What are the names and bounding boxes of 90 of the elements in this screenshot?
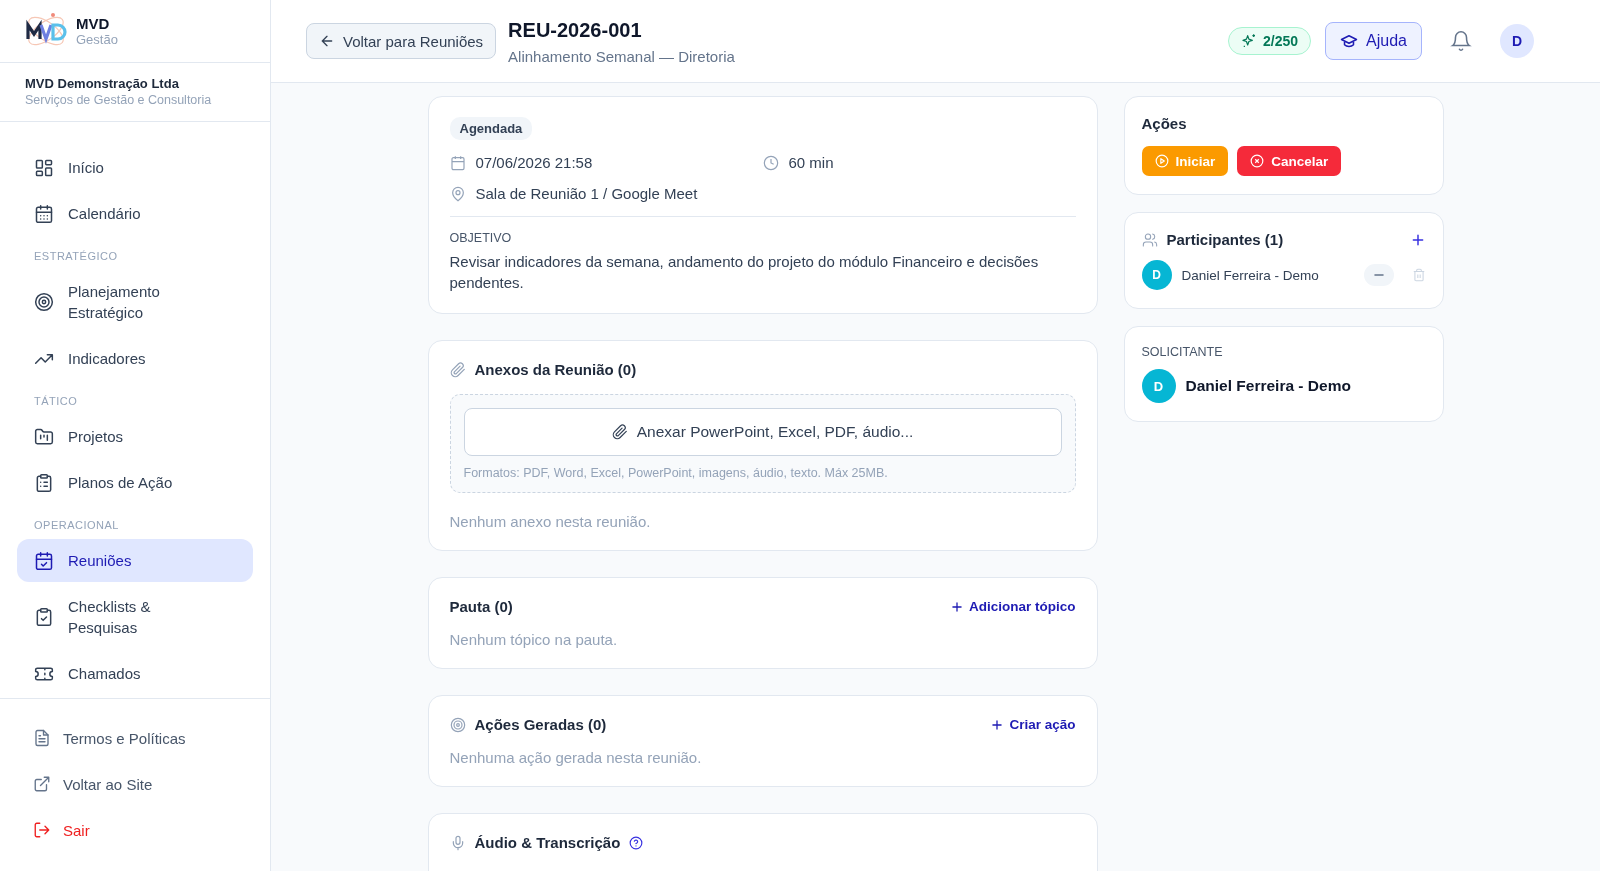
credits-badge: 2/250 bbox=[1228, 27, 1312, 55]
target-icon bbox=[449, 716, 466, 733]
graduation-cap-icon bbox=[1340, 32, 1359, 50]
nav-label: Início bbox=[68, 158, 104, 178]
objective-text: Revisar indicadores da semana, andamento do projeto do módulo Financeiro e decisões pendentes. bbox=[449, 252, 1040, 293]
sparkles-icon bbox=[1241, 33, 1258, 49]
card-title: Áudio & Transcrição bbox=[474, 834, 621, 851]
nav-item[interactable]: Reuniões bbox=[17, 539, 253, 582]
help-button[interactable]: Ajuda bbox=[1325, 22, 1422, 60]
nav-section-heading: ESTRATÉGICO bbox=[33, 249, 119, 264]
sidebar-link[interactable]: Termos e Políticas bbox=[33, 715, 270, 761]
target-icon bbox=[34, 292, 54, 312]
card-title: Ações bbox=[1141, 115, 1188, 132]
requester-name: Daniel Ferreira - Demo bbox=[1185, 377, 1351, 395]
card-title: Participantes (1) bbox=[1166, 231, 1284, 248]
empty-message: Nenhum tópico na pauta. bbox=[449, 631, 619, 648]
nav-item[interactable]: Indicadores bbox=[17, 337, 253, 380]
objective-label: OBJETIVO bbox=[449, 231, 513, 245]
nav-item[interactable]: Checklists & Pesquisas bbox=[17, 585, 253, 649]
nav-label: Chamados bbox=[68, 664, 141, 684]
nav-section-heading: OPERACIONAL bbox=[33, 518, 120, 533]
calendar-icon bbox=[449, 154, 466, 171]
map-pin-icon bbox=[449, 185, 466, 202]
meeting-date: 07/06/2026 21:58 bbox=[475, 154, 593, 171]
external-link-icon bbox=[33, 775, 51, 793]
sidebar-link[interactable]: Voltar ao Site bbox=[33, 761, 270, 807]
nav-item[interactable]: Planejamento Estratégico bbox=[17, 270, 253, 334]
nav-item[interactable]: Projetos bbox=[17, 415, 253, 458]
requester-label: SOLICITANTE bbox=[1141, 345, 1224, 359]
page-title: REU-2026-001 bbox=[508, 19, 643, 42]
nav-item[interactable]: Início bbox=[17, 146, 253, 189]
grid-icon bbox=[34, 157, 54, 178]
clipboard-check-icon bbox=[34, 607, 54, 627]
back-button[interactable]: Voltar para Reuniões bbox=[306, 23, 497, 59]
help-icon[interactable] bbox=[629, 835, 644, 850]
create-action-link[interactable]: Criar ação bbox=[990, 717, 1076, 732]
folder-icon bbox=[34, 426, 54, 447]
nav-item[interactable]: Planos de Ação bbox=[17, 461, 253, 504]
participant-avatar: D bbox=[1141, 260, 1172, 290]
paperclip-icon bbox=[449, 361, 466, 378]
formats-hint: Formatos: PDF, Word, Excel, PowerPoint, imagens, áudio, texto. Máx 25MB. bbox=[463, 466, 889, 480]
clock-icon bbox=[762, 154, 779, 171]
add-topic-link[interactable]: Adicionar tópico bbox=[950, 599, 1076, 614]
nav-label: Planejamento Estratégico bbox=[68, 282, 161, 323]
nav-item[interactable]: Calendário bbox=[17, 192, 253, 235]
sidebar-link[interactable]: Sair bbox=[33, 807, 270, 853]
cancel-button[interactable]: Cancelar bbox=[1237, 146, 1342, 176]
notification-bell-icon[interactable] bbox=[1450, 30, 1472, 52]
company-name: MVD Demonstração Ltda bbox=[25, 76, 180, 91]
close-icon bbox=[1250, 154, 1265, 168]
nav-label: Checklists & Pesquisas bbox=[68, 597, 152, 638]
card-title: Anexos da Reunião (0) bbox=[474, 361, 637, 378]
company-description: Serviços de Gestão e Consultoria bbox=[25, 93, 213, 107]
nav-item[interactable]: Chamados bbox=[17, 652, 253, 695]
document-icon bbox=[33, 729, 51, 747]
clipboard-icon bbox=[34, 472, 54, 493]
requester-avatar: D bbox=[1141, 369, 1176, 403]
link-label: Voltar ao Site bbox=[63, 775, 153, 793]
plus-icon bbox=[990, 717, 1005, 732]
nav-label: Reuniões bbox=[68, 551, 132, 571]
card-title: Ações Geradas (0) bbox=[474, 716, 607, 733]
participant-name: Daniel Ferreira - Demo bbox=[1181, 267, 1319, 283]
users-icon bbox=[1141, 231, 1158, 248]
nav-label: Indicadores bbox=[68, 349, 146, 369]
link-label: Termos e Políticas bbox=[63, 729, 186, 747]
brand-subtitle: Gestão bbox=[76, 32, 118, 47]
nav-section-heading: TÁTICO bbox=[33, 394, 79, 409]
nav-label: Projetos bbox=[68, 427, 124, 447]
page-subtitle: Alinhamento Semanal — Diretoria bbox=[508, 48, 735, 65]
card-title: Pauta (0) bbox=[449, 598, 513, 615]
nav-label: Calendário bbox=[68, 204, 141, 224]
calendar-check-icon bbox=[34, 550, 54, 571]
calendar-icon bbox=[34, 203, 54, 224]
arrow-left-icon bbox=[319, 33, 335, 49]
empty-message: Nenhuma ação gerada nesta reunião. bbox=[449, 749, 703, 766]
link-label: Sair bbox=[63, 821, 90, 839]
role-toggle[interactable] bbox=[1363, 264, 1394, 286]
plus-icon bbox=[950, 599, 964, 614]
status-badge: Agendada bbox=[449, 117, 533, 140]
paperclip-icon bbox=[611, 424, 628, 440]
empty-message: Nenhum anexo nesta reunião. bbox=[449, 513, 652, 530]
brand-name: MVD bbox=[76, 15, 111, 32]
meeting-duration: 60 min bbox=[788, 154, 834, 171]
upload-button[interactable]: Anexar PowerPoint, Excel, PDF, áudio... bbox=[463, 408, 1062, 456]
upload-dropzone[interactable]: Anexar PowerPoint, Excel, PDF, áudio... Formatos: PDF, Word, Excel, PowerPoint, imagens, áudio, texto. Máx 25MB. bbox=[449, 394, 1076, 493]
play-icon bbox=[1154, 154, 1169, 168]
meeting-location: Sala de Reunião 1 / Google Meet bbox=[475, 185, 698, 202]
nav-label: Planos de Ação bbox=[68, 473, 173, 493]
user-avatar[interactable]: D bbox=[1500, 24, 1534, 58]
logout-icon bbox=[33, 821, 51, 839]
